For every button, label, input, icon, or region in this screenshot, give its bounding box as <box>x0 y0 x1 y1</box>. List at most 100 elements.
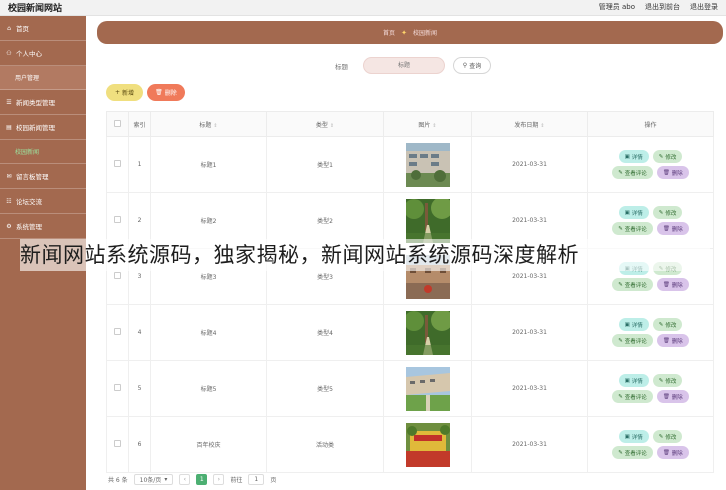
row-image-cell <box>383 304 472 361</box>
site-title: 校园新闻网站 <box>8 4 63 14</box>
next-page-button[interactable]: › <box>213 474 225 485</box>
page-number-button[interactable]: 1 <box>196 474 208 485</box>
row-type: 类型1 <box>266 136 384 193</box>
breadcrumb: 首页 ✦ 校园新闻 <box>97 21 723 44</box>
row-checkbox[interactable] <box>114 272 121 279</box>
user-icon: ⚇ <box>6 49 12 57</box>
sort-icon[interactable]: ⇕ <box>330 123 334 129</box>
row-image-cell <box>383 360 472 417</box>
search-button[interactable]: ⚲ 查询 <box>453 57 491 74</box>
detail-icon: ▣ <box>624 377 630 384</box>
goto-page-input[interactable]: 1 <box>248 474 265 485</box>
news-table: 索引 标题 ⇕ 类型 ⇕ 图片 ⇕ 发布日期 ⇕ 操作 1 标题1 类型1 2021-03-3… <box>106 111 714 473</box>
sidebar-item-news-types[interactable]: ☰ 新闻类型管理 <box>0 90 86 115</box>
admin-user-label: 管理员 abo <box>598 3 635 11</box>
delete-row-button[interactable]: 🗑 删除 <box>656 166 689 179</box>
breadcrumb-current: 校园新闻 <box>412 30 437 37</box>
prev-page-button[interactable]: ‹ <box>179 474 191 485</box>
edit-icon: ✎ <box>618 393 623 400</box>
row-select[interactable] <box>106 136 129 193</box>
table-header-row: 索引 标题 ⇕ 类型 ⇕ 图片 ⇕ 发布日期 ⇕ 操作 <box>106 111 714 137</box>
sidebar-subitem-users[interactable]: 用户管理 <box>0 66 86 90</box>
action-bar: + 新增 🗑 删除 <box>106 84 185 101</box>
detail-button[interactable]: ▣详情 <box>618 150 649 163</box>
table-row: 1 标题1 类型1 2021-03-31 ▣ 详情 ✎ 修改 ✎ 查看评论 🗑 删除 <box>106 136 714 193</box>
detail-button[interactable]: ▣详情 <box>618 374 649 387</box>
table-row: 4 标题4 类型4 2021-03-31 ▣ 详情 ✎ 修改 ✎ 查看评论 🗑 删除 <box>106 304 714 361</box>
edit-button[interactable]: ✎修改 <box>652 318 683 331</box>
list-icon: ☰ <box>6 98 12 106</box>
view-comments-button[interactable]: ✎ 查看评论 <box>612 446 653 459</box>
row-image-cell <box>383 416 472 473</box>
row-checkbox[interactable] <box>114 328 121 335</box>
add-button[interactable]: + 新增 <box>106 84 143 101</box>
page-size-select[interactable]: 10条/页 ▾ <box>133 474 174 485</box>
header-date[interactable]: 发布日期 ⇕ <box>471 111 588 137</box>
garden-path-photo <box>405 310 450 355</box>
view-comments-button[interactable]: ✎ 查看评论 <box>612 278 653 291</box>
plus-icon: + <box>114 89 120 96</box>
sidebar-item-forum[interactable]: ☷ 论坛交流 <box>0 189 86 214</box>
top-bar: 校园新闻网站 管理员 abo 退出到前台 退出登录 <box>0 0 726 16</box>
row-checkbox[interactable] <box>114 384 121 391</box>
exit-to-front-link[interactable]: 退出到前台 <box>645 2 680 12</box>
view-comments-button[interactable]: ✎ 查看评论 <box>612 222 653 235</box>
delete-row-button[interactable]: 🗑 删除 <box>656 390 689 403</box>
sidebar-subitem-campus-news[interactable]: 校园新闻 <box>0 140 86 164</box>
row-select[interactable] <box>106 304 129 361</box>
table-row: 5 标题5 类型5 2021-03-31 ▣ 详情 ✎ 修改 ✎ 查看评论 🗑 删除 <box>106 360 714 417</box>
delete-row-button[interactable]: 🗑 删除 <box>656 278 689 291</box>
breadcrumb-home[interactable]: 首页 <box>383 28 395 37</box>
row-select[interactable] <box>106 360 129 417</box>
header-ops: 操作 <box>587 111 714 137</box>
table-row: 6 百年校庆 活动类 2021-03-31 ▣ 详情 ✎ 修改 ✎ 查看评论 🗑 删除 <box>106 416 714 473</box>
sort-icon[interactable]: ⇕ <box>540 123 544 129</box>
header-select-all[interactable] <box>106 111 129 137</box>
header-index: 索引 <box>128 111 151 137</box>
edit-button[interactable]: ✎修改 <box>652 150 683 163</box>
row-checkbox[interactable] <box>114 216 121 223</box>
edit-button[interactable]: ✎修改 <box>652 374 683 387</box>
header-image[interactable]: 图片 ⇕ <box>383 111 472 137</box>
row-date: 2021-03-31 <box>471 416 588 473</box>
edit-icon: ✎ <box>658 209 664 216</box>
trash-icon: 🗑 <box>662 393 670 400</box>
sidebar-item-system[interactable]: ⚙ 系统管理 <box>0 214 86 239</box>
view-comments-button[interactable]: ✎ 查看评论 <box>612 334 653 347</box>
header-title[interactable]: 标题 ⇕ <box>150 111 267 137</box>
header-type[interactable]: 类型 ⇕ <box>266 111 384 137</box>
detail-icon: ▣ <box>624 321 630 328</box>
title-search-input[interactable] <box>363 57 445 74</box>
row-date: 2021-03-31 <box>471 136 588 193</box>
search-icon: ⚲ <box>462 62 468 69</box>
sidebar-item-campus-news[interactable]: ▤ 校园新闻管理 <box>0 115 86 140</box>
logout-link[interactable]: 退出登录 <box>690 2 718 12</box>
delete-row-button[interactable]: 🗑 删除 <box>656 334 689 347</box>
edit-button[interactable]: ✎修改 <box>652 430 683 443</box>
row-ops: ▣详情✎修改 ✎查看评论🗑删除 <box>587 416 714 473</box>
view-comments-button[interactable]: ✎ 查看评论 <box>612 390 653 403</box>
overlay-caption: 新闻网站系统源码，独家揭秘，新闻网站系统源码深度解析 <box>20 239 710 271</box>
sidebar-item-home[interactable]: ⌂ 首页 <box>0 16 86 41</box>
row-checkbox[interactable] <box>114 440 121 447</box>
select-all-checkbox[interactable] <box>114 119 121 127</box>
edit-icon: ✎ <box>618 281 623 288</box>
detail-button[interactable]: ▣详情 <box>618 206 649 219</box>
row-checkbox[interactable] <box>114 160 121 167</box>
delete-row-button[interactable]: 🗑 删除 <box>656 222 689 235</box>
detail-icon: ▣ <box>624 209 630 216</box>
sidebar-item-message-board[interactable]: ✉ 留言板管理 <box>0 164 86 189</box>
sort-icon[interactable]: ⇕ <box>432 123 436 129</box>
row-title: 百年校庆 <box>150 416 267 473</box>
edit-button[interactable]: ✎修改 <box>652 206 683 219</box>
detail-button[interactable]: ▣详情 <box>618 430 649 443</box>
delete-row-button[interactable]: 🗑 删除 <box>656 446 689 459</box>
sort-icon[interactable]: ⇕ <box>213 123 217 129</box>
detail-button[interactable]: ▣详情 <box>618 318 649 331</box>
row-type: 类型4 <box>266 304 384 361</box>
sidebar-item-personal[interactable]: ⚇ 个人中心 <box>0 41 86 66</box>
batch-delete-button[interactable]: 🗑 删除 <box>147 84 185 101</box>
search-bar: 标题 ⚲查询 <box>335 57 491 74</box>
row-select[interactable] <box>106 416 129 473</box>
view-comments-button[interactable]: ✎ 查看评论 <box>612 166 653 179</box>
